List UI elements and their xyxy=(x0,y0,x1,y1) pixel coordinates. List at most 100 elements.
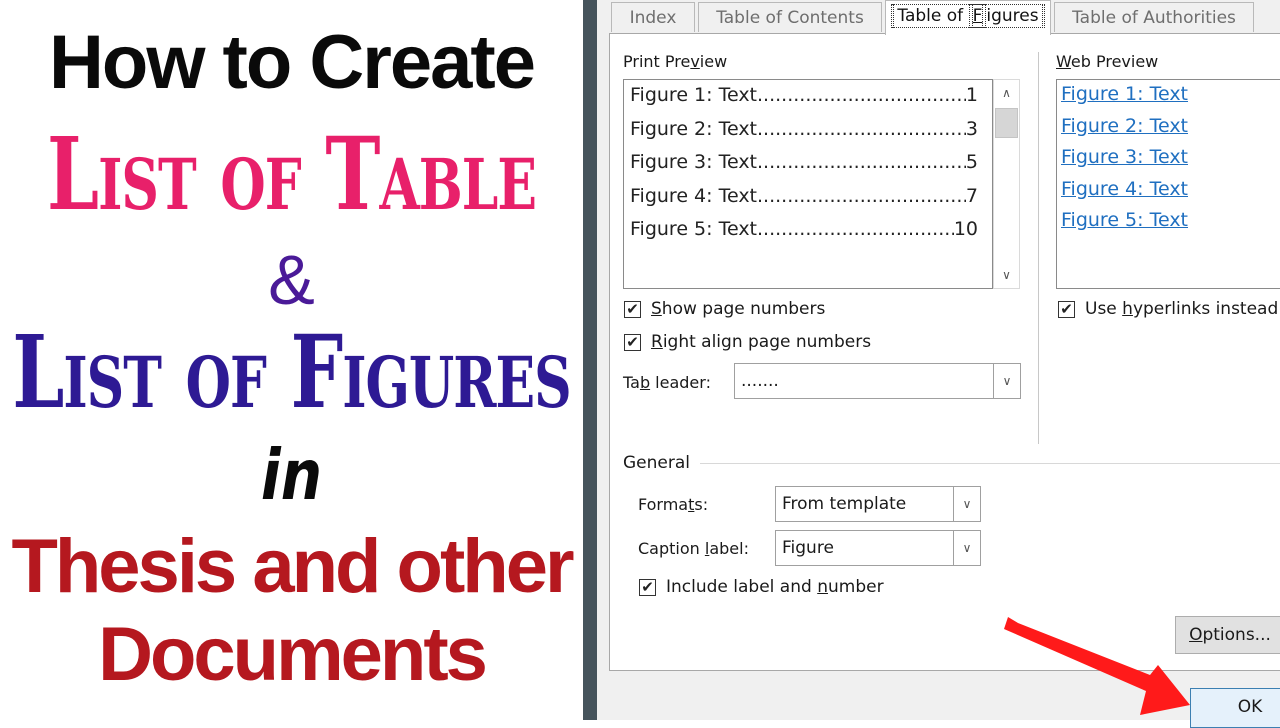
tab-leader-label: Tab leader: xyxy=(623,373,711,392)
tab-index-label: Index xyxy=(629,8,677,28)
tab-label-part: igures xyxy=(982,4,1043,28)
label-accesskey: W xyxy=(1056,52,1071,71)
caption-label-label: Caption label: xyxy=(638,539,749,558)
title-in: in xyxy=(260,434,323,516)
label-accesskey: h xyxy=(1122,299,1133,319)
caption-label-select[interactable]: Figure ∨ xyxy=(775,530,981,566)
label-part: Ta xyxy=(623,373,640,392)
entry-tab-leader: ........................................… xyxy=(757,84,966,106)
label-part: Include label and xyxy=(666,577,818,597)
tab-table-of-contents-label: Table of Contents xyxy=(716,8,864,28)
show-page-numbers-label: Show page numbers xyxy=(651,299,825,319)
panel-divider xyxy=(583,0,597,720)
entry-page-number: 3 xyxy=(965,117,978,140)
tab-strip: Index Table of Contents Table of Figures… xyxy=(597,0,1280,35)
web-preview-link[interactable]: Figure 3: Text xyxy=(1061,146,1188,168)
chevron-down-icon[interactable]: ∨ xyxy=(993,364,1020,398)
entry-tab-leader: ........................................… xyxy=(757,117,966,140)
tab-table-of-contents[interactable]: Table of Contents xyxy=(698,2,882,32)
web-preview-link[interactable]: Figure 1: Text xyxy=(1061,83,1188,105)
label-part: Print Pre xyxy=(623,52,691,71)
label-accesskey: S xyxy=(651,299,662,319)
caption-label-value: Figure xyxy=(782,538,834,558)
label-accesskey: b xyxy=(639,373,651,392)
scrollbar-thumb[interactable] xyxy=(995,108,1018,138)
print-preview-box: Figure 1: Text..........................… xyxy=(623,79,993,289)
web-preview-link[interactable]: Figure 5: Text xyxy=(1061,209,1188,231)
general-group-line xyxy=(700,463,1280,464)
label-part: ight align page numbers xyxy=(662,332,872,352)
label-part: how page numbers xyxy=(661,299,826,319)
include-label-checkbox[interactable]: ✔ xyxy=(639,579,656,596)
scroll-down-arrow-icon[interactable]: ∨ xyxy=(994,262,1019,288)
print-preview-entry: Figure 5: Text..........................… xyxy=(630,218,978,240)
print-preview-label: Print Preview xyxy=(623,52,727,71)
formats-value: From template xyxy=(782,494,907,514)
chevron-down-icon[interactable]: ∨ xyxy=(953,531,980,565)
formats-label: Formats: xyxy=(638,495,708,514)
tab-label-accesskey: F xyxy=(968,4,987,28)
label-part: Use xyxy=(1085,299,1123,319)
tab-table-of-figures[interactable]: Table of Figures xyxy=(885,0,1051,35)
print-preview-entry: Figure 2: Text..........................… xyxy=(630,118,978,140)
red-annotation-arrow-icon xyxy=(1004,617,1190,715)
label-part: leader: xyxy=(650,373,711,392)
entry-text: Figure 2: Text xyxy=(630,117,758,140)
tab-leader-value: ....... xyxy=(741,371,779,391)
use-hyperlinks-checkbox[interactable]: ✔ xyxy=(1058,301,1075,318)
print-preview-entry: Figure 4: Text..........................… xyxy=(630,185,978,207)
label-accesskey: n xyxy=(817,577,828,597)
label-part: Forma xyxy=(638,495,689,514)
web-preview-box: Figure 1: Text Figure 2: Text Figure 3: Te… xyxy=(1056,79,1280,289)
tab-table-of-authorities[interactable]: Table of Authorities xyxy=(1054,2,1254,32)
arrow-shape xyxy=(1004,617,1190,715)
chevron-down-icon[interactable]: ∨ xyxy=(953,487,980,521)
scroll-up-arrow-icon[interactable]: ∧ xyxy=(994,80,1019,106)
ok-button[interactable]: OK xyxy=(1190,688,1280,728)
entry-page-number: 10 xyxy=(953,218,978,240)
general-group-title: General xyxy=(623,453,690,473)
entry-tab-leader: ........................................… xyxy=(757,184,966,207)
entry-text: Figure 4: Text xyxy=(630,184,758,207)
print-preview-entry: Figure 1: Text..........................… xyxy=(630,84,978,106)
formats-select[interactable]: From template ∨ xyxy=(775,486,981,522)
entry-tab-leader: ........................................… xyxy=(757,151,966,173)
web-preview-label: Web Preview xyxy=(1056,52,1158,71)
use-hyperlinks-label: Use hyperlinks instead xyxy=(1085,299,1278,319)
entry-page-number: 5 xyxy=(965,151,978,173)
print-preview-entry: Figure 3: Text..........................… xyxy=(630,151,978,173)
web-preview-link[interactable]: Figure 2: Text xyxy=(1061,115,1188,137)
title-list-of-table: List of Table xyxy=(47,117,537,234)
title-ampersand: & xyxy=(268,241,315,319)
label-part: s: xyxy=(694,495,709,514)
show-page-numbers-checkbox[interactable]: ✔ xyxy=(624,301,641,318)
label-part: yperlinks instead xyxy=(1132,299,1279,319)
thumbnail-title-panel: How to Create List of Table & List of Fi… xyxy=(0,0,583,720)
entry-text: Figure 1: Text xyxy=(630,84,758,106)
right-align-label: Right align page numbers xyxy=(651,332,871,352)
label-part: eb Preview xyxy=(1070,52,1159,71)
preview-separator xyxy=(1038,52,1039,444)
web-preview-link[interactable]: Figure 4: Text xyxy=(1061,178,1188,200)
right-align-checkbox[interactable]: ✔ xyxy=(624,334,641,351)
label-part: umber xyxy=(827,577,884,597)
title-list-of-figures: List of Figures xyxy=(12,315,571,432)
entry-text: Figure 3: Text xyxy=(630,151,758,173)
print-preview-scrollbar[interactable]: ∧ ∨ xyxy=(993,79,1020,289)
tab-table-of-figures-label: Table of Figures xyxy=(891,4,1045,28)
title-documents: Documents xyxy=(98,612,488,697)
title-thesis-and-other: Thesis and other xyxy=(11,524,574,609)
tab-table-of-authorities-label: Table of Authorities xyxy=(1072,8,1236,28)
title-how-to-create: How to Create xyxy=(49,20,536,105)
label-part: ptions... xyxy=(1202,625,1271,645)
tab-leader-select[interactable]: ....... ∨ xyxy=(734,363,1021,399)
label-part: iew xyxy=(699,52,728,71)
tab-index[interactable]: Index xyxy=(611,2,695,32)
entry-text: Figure 5: Text xyxy=(630,218,758,240)
tab-label-part: Table of xyxy=(893,4,973,28)
entry-page-number: 1 xyxy=(965,84,978,106)
include-label-text: Include label and number xyxy=(666,577,884,597)
entry-tab-leader: ........................................… xyxy=(757,218,954,240)
label-part: abel: xyxy=(709,539,749,558)
label-accesskey: R xyxy=(651,332,663,352)
